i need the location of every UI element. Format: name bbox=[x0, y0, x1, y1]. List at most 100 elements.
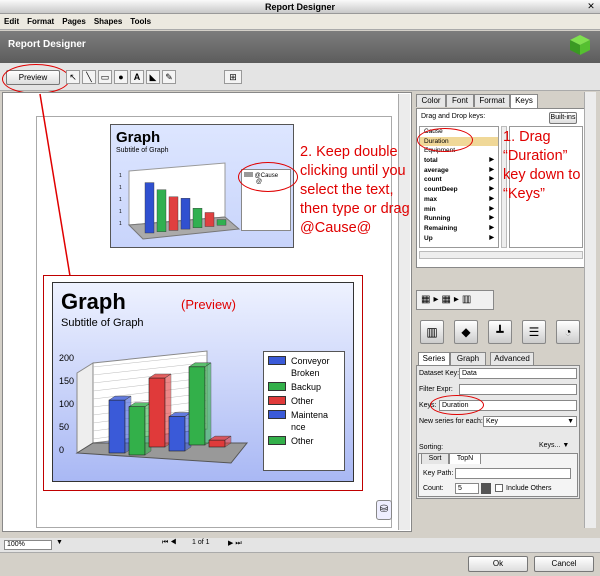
y-tick-label: 100 bbox=[59, 399, 74, 409]
filter-expr-label: Filter Expr: bbox=[419, 386, 453, 393]
annotation-circle bbox=[2, 64, 70, 94]
key-item[interactable]: countDeep ▶ bbox=[420, 185, 498, 195]
tab-advanced[interactable]: Advanced bbox=[490, 352, 534, 365]
count-label: Count: bbox=[423, 485, 444, 492]
tab-sort[interactable]: Sort bbox=[421, 453, 449, 464]
key-path-field[interactable] bbox=[455, 468, 571, 479]
text-tool-icon[interactable]: A bbox=[130, 70, 144, 84]
filter-expr-field[interactable] bbox=[459, 384, 577, 395]
legend-swatch bbox=[268, 396, 286, 405]
preview-graph: Graph Subtitle of Graph (Preview) 200 150… bbox=[52, 282, 354, 482]
tab-topn[interactable]: TopN bbox=[449, 453, 481, 464]
instruction-callout-1: 1. Drag “Duration” key down to “Keys” bbox=[503, 129, 581, 202]
key-item[interactable]: Remaining ▶ bbox=[420, 224, 498, 234]
dataset-key-field[interactable]: Data bbox=[459, 368, 577, 379]
legend-swatch bbox=[268, 410, 286, 419]
mini-bar bbox=[168, 196, 179, 231]
sorting-label: Sorting: bbox=[419, 444, 444, 451]
fill-icon[interactable]: ◆ bbox=[454, 320, 478, 344]
ok-button[interactable]: Ok bbox=[468, 556, 528, 572]
ellipse-tool-icon[interactable]: ● bbox=[114, 70, 128, 84]
close-icon[interactable]: ✕ bbox=[585, 1, 597, 12]
cube-logo-icon bbox=[570, 35, 590, 55]
key-item[interactable]: count ▶ bbox=[420, 175, 498, 185]
key-item-label: count bbox=[424, 176, 442, 184]
gauge-icon[interactable]: ◔ bbox=[556, 320, 580, 344]
sort-panel: Sort TopN Key Path: Count: 5 Include Oth… bbox=[418, 453, 578, 497]
chevron-right-icon: ▶ bbox=[489, 186, 494, 193]
bar bbox=[108, 399, 126, 454]
sort-keys-dropdown[interactable]: Keys... ▼ bbox=[539, 442, 569, 449]
key-item[interactable]: max ▶ bbox=[420, 195, 498, 205]
window-title-bar: Report Designer bbox=[0, 0, 600, 14]
preview-legend: Conveyor Broken Backup Other Maintena nce Ot… bbox=[263, 351, 345, 471]
menu-pages[interactable]: Pages bbox=[58, 14, 90, 29]
mini-bar bbox=[156, 189, 167, 232]
database-icon[interactable]: ⛁ bbox=[376, 500, 392, 520]
preview-chart: 200 150 100 50 0 bbox=[59, 350, 249, 464]
mini-bar bbox=[144, 182, 155, 234]
menu-tools[interactable]: Tools bbox=[126, 14, 155, 29]
rectangle-tool-icon[interactable]: ▭ bbox=[98, 70, 112, 84]
bar bbox=[188, 366, 206, 446]
status-bar: 100% ▼ ⏮◀ 1 of 1 ▶⏭ bbox=[0, 538, 600, 552]
mini-bar bbox=[204, 212, 215, 227]
new-series-select[interactable]: Key ▼ bbox=[483, 416, 577, 427]
keys-hscrollbar[interactable] bbox=[419, 251, 583, 259]
page-first-prev-icon[interactable]: ⏮◀ bbox=[162, 539, 179, 547]
zoom-field[interactable]: 100% bbox=[4, 540, 52, 550]
y-tick-label: 0 bbox=[59, 445, 64, 455]
pointer-tool-icon[interactable]: ↖ bbox=[66, 70, 80, 84]
graph-type-selector[interactable]: ▦▸▦▸▥ bbox=[416, 290, 494, 310]
tab-series[interactable]: Series bbox=[418, 352, 450, 366]
count-stepper[interactable] bbox=[481, 483, 491, 494]
mini-y-tick: 1 bbox=[119, 209, 122, 215]
tab-graph[interactable]: Graph bbox=[450, 352, 486, 365]
cancel-button[interactable]: Cancel bbox=[534, 556, 594, 572]
mini-graph-title: Graph bbox=[116, 129, 161, 146]
count-field[interactable]: 5 bbox=[455, 483, 479, 494]
line-tool-icon[interactable]: ╲ bbox=[82, 70, 96, 84]
key-item[interactable]: Up ▶ bbox=[420, 234, 498, 244]
axis-icon[interactable]: ┻ bbox=[488, 320, 512, 344]
page-next-last-icon[interactable]: ▶⏭ bbox=[228, 539, 244, 548]
legend-label: Other bbox=[291, 436, 314, 446]
header-title: Report Designer bbox=[8, 39, 86, 50]
window-title: Report Designer bbox=[264, 2, 335, 12]
key-item-label: total bbox=[424, 157, 438, 165]
y-tick-label: 50 bbox=[59, 422, 69, 432]
key-item[interactable]: total ▶ bbox=[420, 156, 498, 166]
menu-shapes[interactable]: Shapes bbox=[90, 14, 126, 29]
tab-format[interactable]: Format bbox=[474, 94, 510, 107]
shape-tool-icon[interactable]: ◣ bbox=[146, 70, 160, 84]
insert-field-icon[interactable]: ⊞ bbox=[224, 70, 242, 84]
include-others-label: Include Others bbox=[506, 485, 552, 492]
menu-format[interactable]: Format bbox=[23, 14, 58, 29]
chevron-down-icon: ▼ bbox=[567, 418, 574, 425]
builtins-button[interactable]: Built-ins bbox=[549, 112, 577, 124]
key-item[interactable]: Running ▶ bbox=[420, 214, 498, 224]
chevron-down-icon[interactable]: ▼ bbox=[56, 539, 63, 546]
bar-chart-icon[interactable]: ▥ bbox=[420, 320, 444, 344]
include-others-checkbox[interactable] bbox=[495, 484, 503, 492]
drag-drop-label: Drag and Drop keys: bbox=[421, 113, 486, 120]
list-icon[interactable]: ☰ bbox=[522, 320, 546, 344]
mini-y-tick: 1 bbox=[119, 173, 122, 179]
legend-label: Backup bbox=[291, 382, 322, 392]
instruction-callout-2: 2. Keep double clicking until you select… bbox=[300, 144, 410, 236]
bar bbox=[128, 406, 146, 456]
menu-edit[interactable]: Edit bbox=[0, 14, 23, 29]
tab-keys[interactable]: Keys bbox=[510, 94, 538, 108]
preview-label: (Preview) bbox=[181, 297, 236, 312]
bar bbox=[168, 416, 186, 452]
tab-font[interactable]: Font bbox=[446, 94, 474, 107]
legend-item: Other bbox=[268, 395, 340, 407]
pen-tool-icon[interactable]: ✎ bbox=[162, 70, 176, 84]
chart-sidewall bbox=[76, 362, 94, 454]
y-tick-label: 150 bbox=[59, 376, 74, 386]
dataset-key-label: Dataset Key: bbox=[419, 370, 460, 377]
tab-color[interactable]: Color bbox=[416, 94, 446, 107]
key-item[interactable]: average ▶ bbox=[420, 166, 498, 176]
key-item[interactable]: min ▶ bbox=[420, 205, 498, 215]
legend-item: Backup bbox=[268, 381, 340, 393]
